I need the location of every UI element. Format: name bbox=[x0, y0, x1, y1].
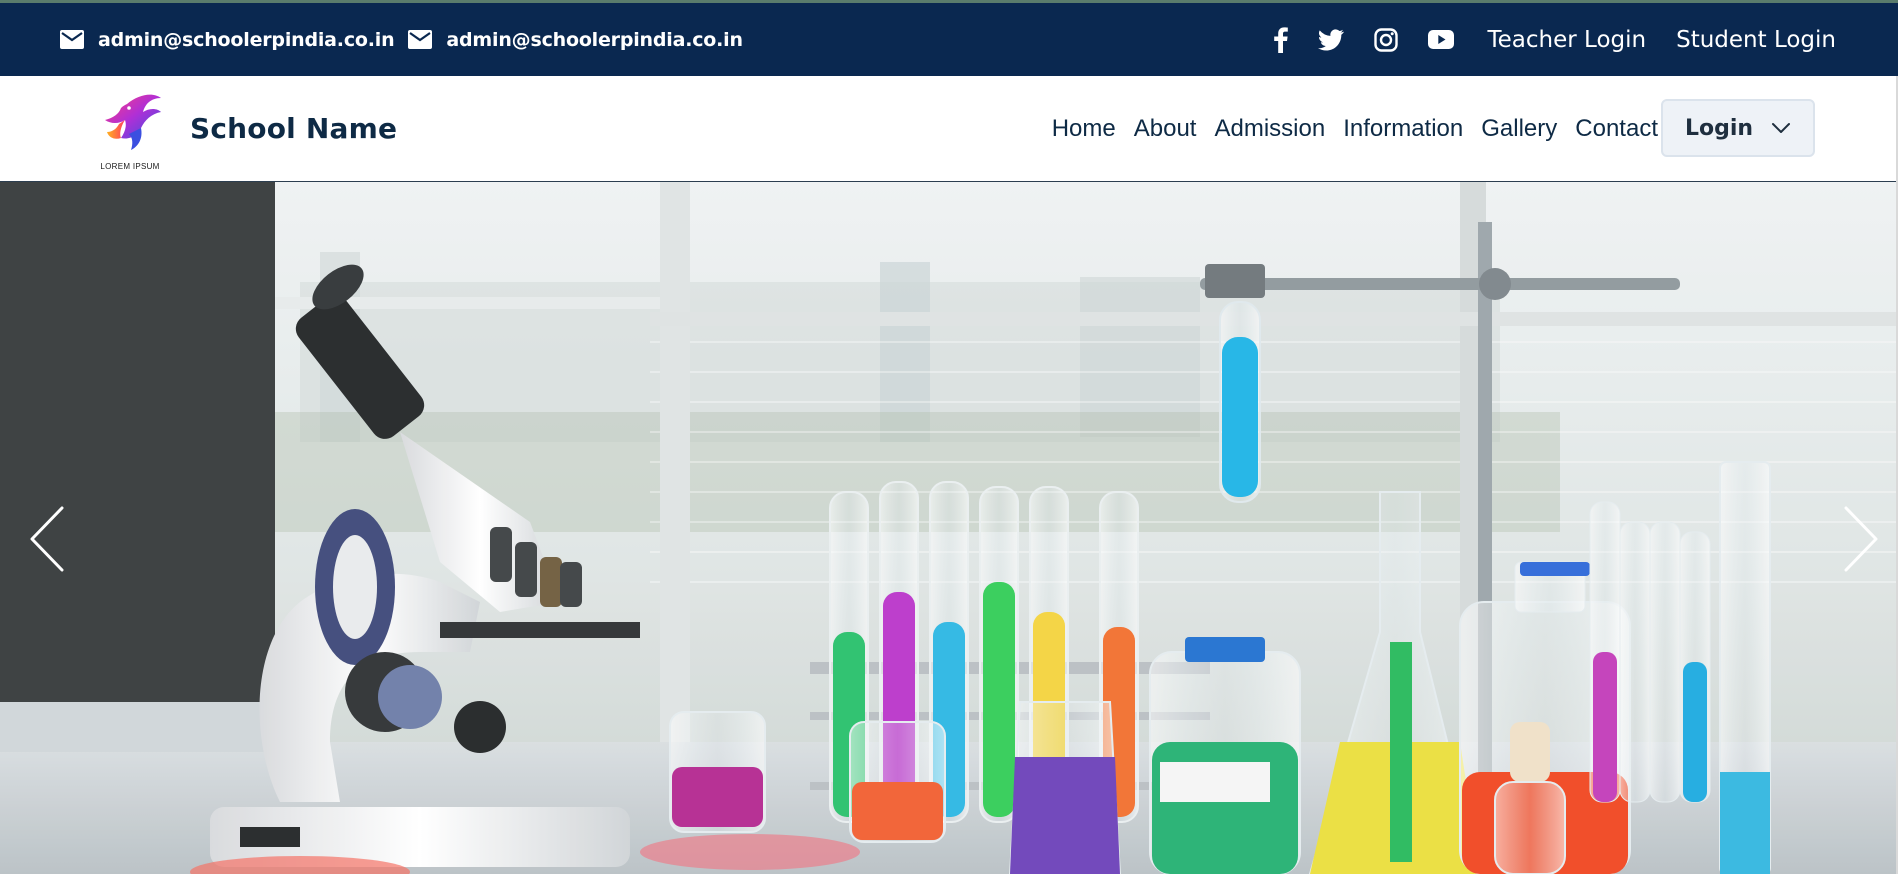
instagram-icon[interactable] bbox=[1373, 27, 1398, 52]
contact-email-1[interactable]: admin@schoolerpindia.co.in bbox=[60, 28, 395, 51]
twitter-icon[interactable] bbox=[1317, 28, 1344, 51]
mail-icon bbox=[60, 30, 84, 49]
school-name[interactable]: School Name bbox=[190, 112, 397, 145]
chevron-right-icon[interactable] bbox=[1838, 504, 1882, 574]
main-navbar: LOREM IPSUM School Name Home About Admis… bbox=[0, 76, 1898, 182]
contact-email-text: admin@schoolerpindia.co.in bbox=[446, 28, 743, 51]
contact-list: admin@schoolerpindia.co.in admin@schoole… bbox=[60, 3, 745, 76]
nav-link-contact[interactable]: Contact bbox=[1575, 115, 1658, 143]
mail-icon bbox=[408, 30, 433, 49]
social-links bbox=[1273, 26, 1454, 53]
contact-email-2[interactable]: admin@schoolerpindia.co.in bbox=[408, 28, 743, 51]
student-login-link[interactable]: Student Login bbox=[1676, 27, 1836, 53]
nav-link-home[interactable]: Home bbox=[1052, 115, 1116, 143]
top-bar: admin@schoolerpindia.co.in admin@schoole… bbox=[0, 0, 1898, 76]
logo-text: LOREM IPSUM bbox=[100, 162, 160, 171]
nav-link-about[interactable]: About bbox=[1134, 115, 1197, 143]
contact-email-text: admin@schoolerpindia.co.in bbox=[98, 28, 395, 51]
page: admin@schoolerpindia.co.in admin@schoole… bbox=[0, 0, 1898, 874]
top-bar-right: Teacher Login Student Login bbox=[1273, 3, 1836, 76]
youtube-icon[interactable] bbox=[1427, 30, 1454, 49]
hero-carousel bbox=[0, 182, 1898, 874]
facebook-icon[interactable] bbox=[1273, 26, 1288, 53]
school-logo[interactable]: LOREM IPSUM bbox=[79, 84, 181, 174]
teacher-login-link[interactable]: Teacher Login bbox=[1488, 27, 1647, 53]
chevron-left-icon[interactable] bbox=[26, 504, 70, 574]
login-dropdown-button[interactable]: Login bbox=[1661, 99, 1815, 157]
nav-link-admission[interactable]: Admission bbox=[1214, 115, 1325, 143]
science-laboratory-photo bbox=[0, 182, 1898, 874]
nav-links: Home About Admission Information Gallery… bbox=[1052, 76, 1658, 182]
login-button-label: Login bbox=[1684, 115, 1754, 141]
nav-link-gallery[interactable]: Gallery bbox=[1481, 115, 1557, 143]
chevron-down-icon bbox=[1771, 122, 1791, 134]
nav-link-information[interactable]: Information bbox=[1343, 115, 1463, 143]
